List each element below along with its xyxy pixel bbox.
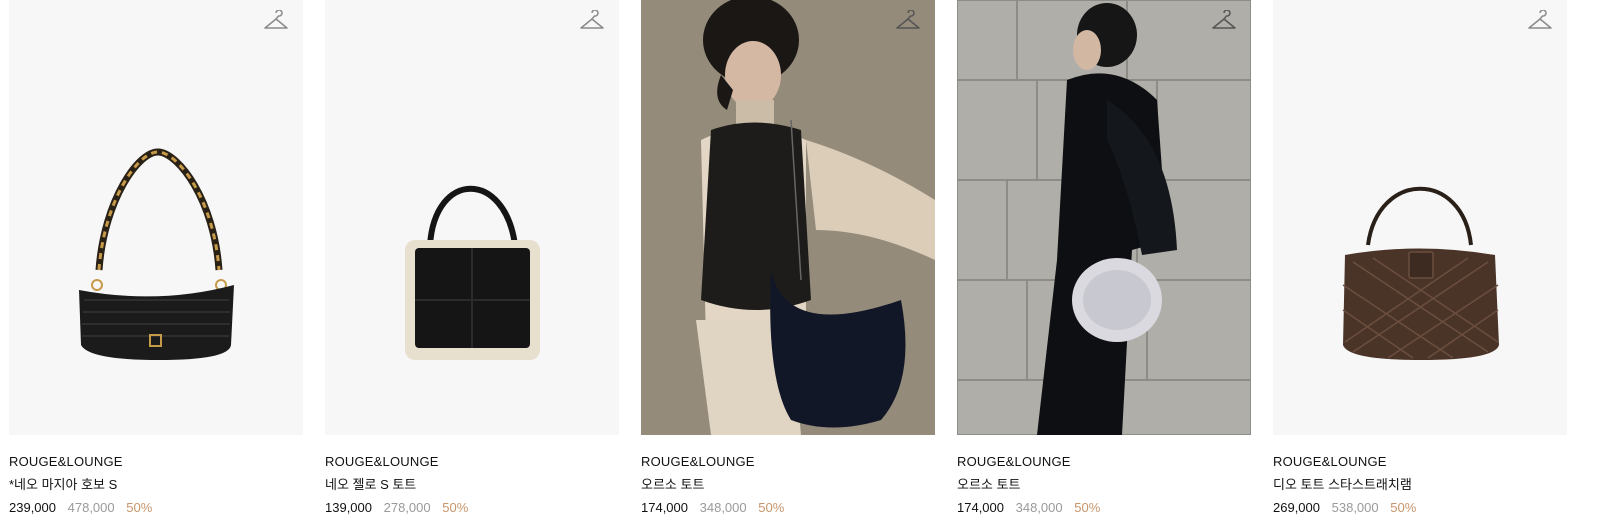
product-image[interactable]	[325, 0, 619, 435]
product-brand: ROUGE&LOUNGE	[957, 454, 1071, 469]
product-card[interactable]: ROUGE&LOUNGE 오르소 토트 174,000 348,000 50%	[957, 0, 1251, 516]
model-with-grey-fur-bag-photo	[957, 0, 1251, 435]
product-name[interactable]: 오르소 토트	[957, 476, 1251, 493]
price-row: 174,000 348,000 50%	[641, 499, 935, 516]
discount-rate: 50%	[126, 500, 153, 515]
price-row: 239,000 478,000 50%	[9, 499, 303, 516]
hanger-icon[interactable]	[895, 10, 921, 34]
product-card[interactable]: ROUGE&LOUNGE *네오 마지아 호보 S 239,000 478,00…	[9, 0, 303, 516]
product-image[interactable]	[1273, 0, 1567, 435]
hanger-icon[interactable]	[579, 10, 605, 34]
product-brand: ROUGE&LOUNGE	[9, 454, 123, 469]
product-brand: ROUGE&LOUNGE	[1273, 454, 1387, 469]
sale-price: 139,000	[325, 500, 372, 515]
price-row: 139,000 278,000 50%	[325, 499, 619, 516]
product-card[interactable]: ROUGE&LOUNGE 디오 토트 스타스트래치램 269,000 538,0…	[1273, 0, 1567, 516]
shearling-tote-bag-image	[405, 186, 540, 360]
original-price: 348,000	[699, 500, 747, 515]
discount-rate: 50%	[442, 500, 469, 515]
price-row: 174,000 348,000 50%	[957, 499, 1251, 516]
original-price: 278,000	[383, 500, 431, 515]
product-image[interactable]	[9, 0, 303, 435]
product-brand: ROUGE&LOUNGE	[325, 454, 439, 469]
hanger-icon[interactable]	[1527, 10, 1553, 34]
discount-rate: 50%	[1390, 500, 1417, 515]
black-quilted-hobo-bag-image	[79, 148, 234, 360]
product-grid: ROUGE&LOUNGE *네오 마지아 호보 S 239,000 478,00…	[0, 0, 1597, 530]
product-card[interactable]: ROUGE&LOUNGE 네오 젤로 S 토트 139,000 278,000 …	[325, 0, 619, 516]
product-brand: ROUGE&LOUNGE	[641, 454, 755, 469]
discount-rate: 50%	[758, 500, 785, 515]
original-price: 538,000	[1331, 500, 1379, 515]
sale-price: 269,000	[1273, 500, 1320, 515]
sale-price: 174,000	[641, 500, 688, 515]
sale-price: 174,000	[957, 500, 1004, 515]
original-price: 478,000	[67, 500, 115, 515]
brown-woven-tote-bag-image	[1342, 186, 1499, 360]
model-with-navy-fur-bag-photo	[641, 0, 935, 435]
sale-price: 239,000	[9, 500, 56, 515]
discount-rate: 50%	[1074, 500, 1101, 515]
hanger-icon[interactable]	[1211, 10, 1237, 34]
product-name[interactable]: 오르소 토트	[641, 476, 935, 493]
price-row: 269,000 538,000 50%	[1273, 499, 1567, 516]
product-card[interactable]: ROUGE&LOUNGE 오르소 토트 174,000 348,000 50%	[641, 0, 935, 516]
product-image[interactable]	[641, 0, 935, 435]
product-image[interactable]	[957, 0, 1251, 435]
hanger-icon[interactable]	[263, 10, 289, 34]
product-name[interactable]: 디오 토트 스타스트래치램	[1273, 476, 1567, 493]
product-name[interactable]: 네오 젤로 S 토트	[325, 476, 619, 493]
original-price: 348,000	[1015, 500, 1063, 515]
product-name[interactable]: *네오 마지아 호보 S	[9, 476, 303, 493]
